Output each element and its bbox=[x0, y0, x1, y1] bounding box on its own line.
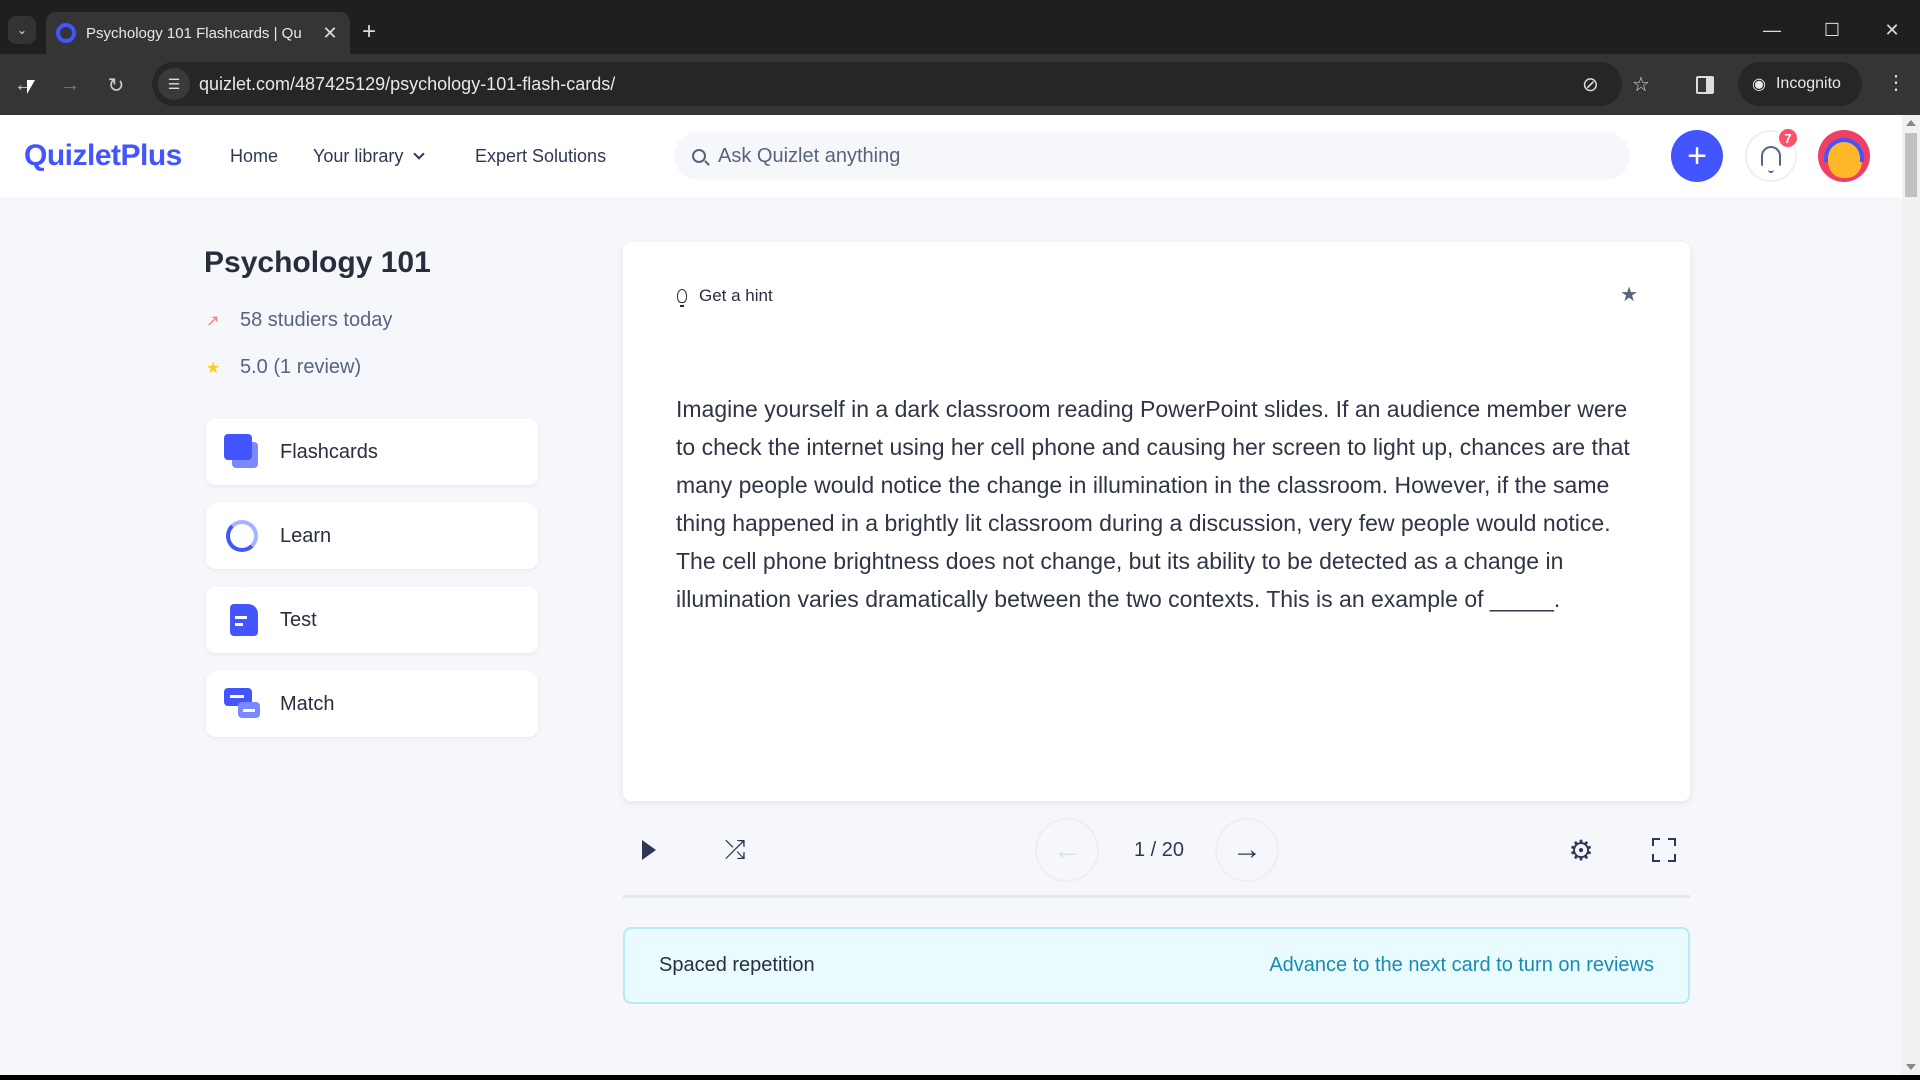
rating-text[interactable]: 5.0 (1 review) bbox=[240, 356, 361, 379]
lightbulb-icon bbox=[677, 289, 687, 307]
browser-toolbar: ← → ↻ ☰ quizlet.com/487425129/psychology… bbox=[0, 54, 1920, 115]
search-icon bbox=[692, 149, 706, 163]
flashcard[interactable]: Get a hint ★ Imagine yourself in a dark … bbox=[623, 242, 1690, 801]
advance-next-card-link[interactable]: Advance to the next card to turn on revi… bbox=[1269, 954, 1654, 977]
get-hint-button[interactable]: Get a hint bbox=[677, 286, 773, 307]
incognito-indicator[interactable]: ◉ Incognito bbox=[1738, 62, 1862, 106]
next-card-button[interactable]: → bbox=[1215, 818, 1279, 882]
back-arrow-icon[interactable]: ← bbox=[8, 69, 40, 101]
fullscreen-button[interactable] bbox=[1648, 818, 1680, 882]
new-tab-plus-icon[interactable]: + bbox=[362, 18, 376, 46]
user-avatar[interactable] bbox=[1818, 130, 1870, 182]
scroll-down-icon[interactable] bbox=[1906, 1064, 1916, 1070]
avatar-headphones-icon bbox=[1824, 138, 1864, 162]
learn-icon bbox=[222, 516, 262, 556]
mode-flashcards[interactable]: Flashcards bbox=[206, 419, 538, 485]
card-term-text: Imagine yourself in a dark classroom rea… bbox=[676, 396, 1630, 612]
incognito-icon: ◉ bbox=[1752, 76, 1766, 93]
scroll-up-icon[interactable] bbox=[1906, 120, 1916, 126]
play-icon bbox=[642, 840, 656, 860]
scroll-thumb[interactable] bbox=[1905, 133, 1917, 197]
site-header: QuizletPlus Home Your library Expert Sol… bbox=[0, 115, 1902, 197]
maximize-icon[interactable]: ☐ bbox=[1812, 20, 1852, 41]
forward-arrow-icon[interactable]: → bbox=[54, 69, 86, 101]
nav-your-library[interactable]: Your library bbox=[313, 146, 426, 167]
chevron-down-icon bbox=[413, 148, 426, 160]
spaced-repetition-banner: Spaced repetition Advance to the next ca… bbox=[623, 927, 1690, 1004]
mode-flashcards-label: Flashcards bbox=[280, 440, 378, 463]
mode-match[interactable]: Match bbox=[206, 671, 538, 737]
arrow-left-icon: ← bbox=[1053, 834, 1081, 865]
test-icon bbox=[222, 600, 262, 640]
create-button[interactable]: + bbox=[1671, 130, 1723, 182]
quizlet-plus-logo[interactable]: QuizletPlus bbox=[24, 139, 182, 173]
browser-menu-icon[interactable]: ⋮ bbox=[1886, 70, 1906, 95]
progress-bar bbox=[623, 895, 1690, 898]
trending-up-icon: ↗ bbox=[206, 312, 220, 330]
window-bottom-edge bbox=[0, 1075, 1920, 1080]
mode-test[interactable]: Test bbox=[206, 587, 538, 653]
previous-card-button[interactable]: ← bbox=[1035, 818, 1099, 882]
gear-icon: ⚙ bbox=[1568, 834, 1594, 866]
bell-icon bbox=[1761, 146, 1781, 173]
nav-your-library-label: Your library bbox=[313, 146, 404, 166]
bookmark-star-icon[interactable]: ☆ bbox=[1632, 72, 1650, 97]
browser-tab[interactable]: Psychology 101 Flashcards | Qu ✕ bbox=[46, 12, 350, 54]
address-bar[interactable]: ☰ quizlet.com/487425129/psychology-101-f… bbox=[152, 62, 1650, 106]
match-icon bbox=[222, 684, 262, 724]
eye-slash-icon[interactable]: ⊘ bbox=[1582, 72, 1599, 97]
star-term-icon[interactable]: ★ bbox=[1620, 282, 1638, 307]
tab-title: Psychology 101 Flashcards | Qu bbox=[86, 24, 302, 42]
mode-match-label: Match bbox=[280, 692, 335, 715]
search-input[interactable]: Ask Quizlet anything bbox=[674, 132, 1630, 180]
reload-icon[interactable]: ↻ bbox=[100, 69, 132, 101]
mode-learn[interactable]: Learn bbox=[206, 503, 538, 569]
url-text[interactable]: quizlet.com/487425129/psychology-101-fla… bbox=[199, 74, 615, 95]
fullscreen-icon bbox=[1652, 838, 1676, 862]
mode-test-label: Test bbox=[280, 608, 317, 631]
quizlet-favicon-icon bbox=[56, 23, 76, 43]
tab-close-icon[interactable]: ✕ bbox=[320, 23, 340, 44]
flashcard-controls: ⤮ ← 1 / 20 → ⚙ bbox=[623, 818, 1690, 882]
tab-search-chevron-icon[interactable]: ⌄ bbox=[8, 16, 36, 44]
site-settings-icon[interactable]: ☰ bbox=[158, 68, 190, 100]
mode-learn-label: Learn bbox=[280, 524, 332, 547]
notification-badge: 7 bbox=[1777, 127, 1799, 149]
rating-star-icon: ★ bbox=[206, 359, 221, 377]
browser-chrome: ⌄ Psychology 101 Flashcards | Qu ✕ + — ☐… bbox=[0, 0, 1920, 115]
arrow-right-icon: → bbox=[1232, 833, 1262, 866]
studiers-text: 58 studiers today bbox=[240, 309, 393, 331]
tab-bar: ⌄ Psychology 101 Flashcards | Qu ✕ + — ☐… bbox=[0, 6, 1920, 54]
minimize-icon[interactable]: — bbox=[1752, 20, 1792, 41]
nav-expert-solutions[interactable]: Expert Solutions bbox=[475, 146, 606, 167]
rating-stat[interactable]: ★ 5.0 (1 review) bbox=[206, 356, 361, 379]
flashcards-icon bbox=[222, 432, 262, 472]
window-close-icon[interactable]: ✕ bbox=[1872, 20, 1912, 41]
mouse-cursor bbox=[27, 80, 35, 94]
page-scrollbar[interactable] bbox=[1902, 115, 1920, 1075]
shuffle-button[interactable]: ⤮ bbox=[719, 818, 751, 882]
incognito-label: Incognito bbox=[1775, 75, 1841, 92]
search-placeholder: Ask Quizlet anything bbox=[718, 144, 901, 167]
spaced-repetition-title: Spaced repetition bbox=[659, 954, 815, 976]
shuffle-icon: ⤮ bbox=[724, 834, 746, 864]
side-panel-icon[interactable] bbox=[1696, 76, 1714, 94]
quizlet-page: QuizletPlus Home Your library Expert Sol… bbox=[0, 115, 1902, 1075]
get-hint-label: Get a hint bbox=[699, 286, 773, 305]
set-title: Psychology 101 bbox=[204, 246, 431, 279]
studiers-stat: ↗ 58 studiers today bbox=[206, 309, 392, 332]
nav-home[interactable]: Home bbox=[230, 146, 278, 167]
settings-button[interactable]: ⚙ bbox=[1565, 818, 1597, 882]
card-counter: 1 / 20 bbox=[1133, 838, 1185, 861]
autoplay-button[interactable] bbox=[637, 818, 661, 882]
